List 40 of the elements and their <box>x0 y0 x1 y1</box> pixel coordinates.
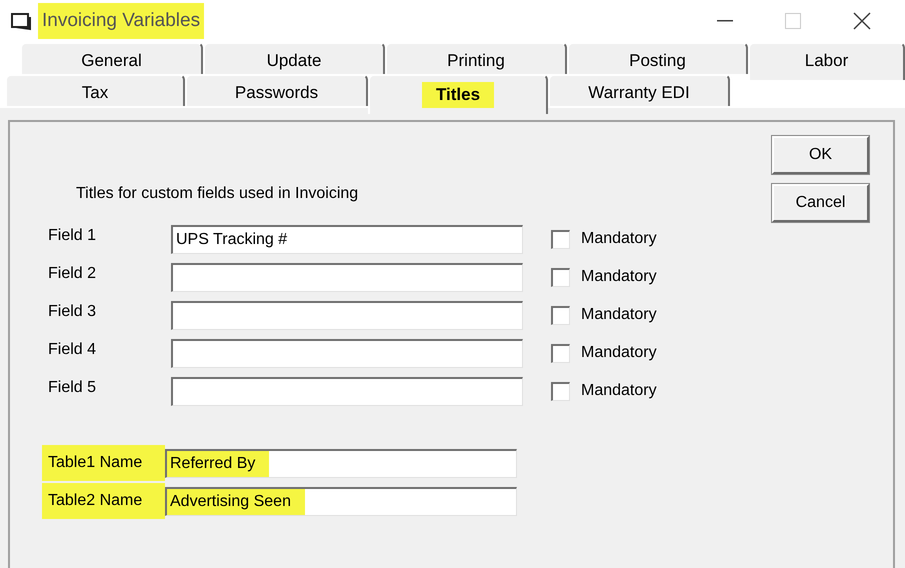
field-label: Field 5 <box>48 378 98 398</box>
table-name-label: Table1 Name <box>42 445 165 481</box>
input-field[interactable]: Advertising Seen <box>165 486 517 516</box>
input-field[interactable] <box>171 376 523 406</box>
checkbox[interactable] <box>551 230 570 248</box>
close-icon[interactable] <box>853 12 871 30</box>
checkbox[interactable] <box>551 344 570 362</box>
cancel-button[interactable]: Cancel <box>772 184 869 222</box>
input-field[interactable]: UPS Tracking # <box>171 224 523 254</box>
tab[interactable]: Passwords <box>185 74 368 106</box>
tab[interactable]: Posting <box>567 42 748 74</box>
window-title: Invoicing Variables <box>38 2 204 40</box>
tab[interactable]: Printing <box>385 42 567 74</box>
tab[interactable]: Warranty EDI <box>548 74 730 106</box>
checkbox[interactable] <box>551 268 570 286</box>
input-field[interactable] <box>171 338 523 368</box>
checkbox-label: Mandatory <box>581 343 657 363</box>
field-label: Field 1 <box>48 226 98 246</box>
tab[interactable]: General <box>20 42 203 74</box>
ok-button[interactable]: OK <box>772 136 869 174</box>
checkbox-label: Mandatory <box>581 305 657 325</box>
tab[interactable]: Titles <box>368 74 548 114</box>
input-field[interactable] <box>171 262 523 292</box>
field-label: Field 4 <box>48 340 98 360</box>
minimize-icon[interactable] <box>717 20 733 22</box>
tab[interactable]: Labor <box>748 42 905 80</box>
checkbox[interactable] <box>551 306 570 324</box>
checkbox-label: Mandatory <box>581 381 657 401</box>
input-field[interactable]: Referred By <box>165 448 517 478</box>
tab[interactable]: Tax <box>5 74 185 106</box>
table-name-label: Table2 Name <box>42 483 165 519</box>
window-icon <box>10 11 32 31</box>
tab[interactable]: Update <box>203 42 385 74</box>
field-label: Field 2 <box>48 264 98 284</box>
checkbox-label: Mandatory <box>581 267 657 287</box>
checkbox[interactable] <box>551 382 570 400</box>
section-heading: Titles for custom fields used in Invoicing <box>76 184 360 204</box>
field-label: Field 3 <box>48 302 98 322</box>
checkbox-label: Mandatory <box>581 229 657 249</box>
input-field[interactable] <box>171 300 523 330</box>
